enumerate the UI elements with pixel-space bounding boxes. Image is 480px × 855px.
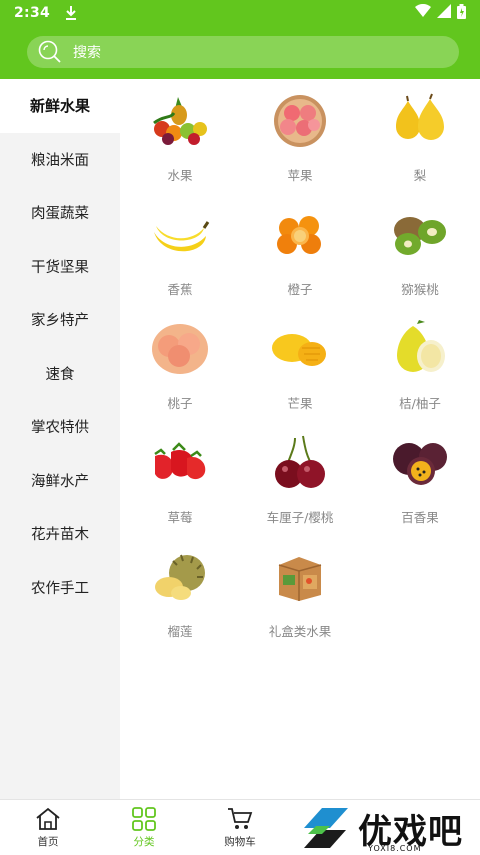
sidebar-item-dried-nuts[interactable]: 干货坚果 <box>0 240 120 294</box>
download-icon <box>64 5 78 21</box>
subcategory-label: 桔/柚子 <box>399 396 441 411</box>
subcategory-cherry[interactable]: 车厘子/樱桃 <box>240 433 360 547</box>
subcategory-label: 梨 <box>413 168 427 183</box>
mango-icon <box>268 319 332 379</box>
nav-label: 分类 <box>133 836 155 848</box>
subcategory-label: 水果 <box>167 168 193 183</box>
subcategory-label: 橙子 <box>287 282 313 297</box>
subcategory-label: 苹果 <box>287 168 313 183</box>
subcategory-label: 草莓 <box>167 510 193 525</box>
subcategory-label: 车厘子/樱桃 <box>266 510 334 525</box>
subcategory-label: 礼盒类水果 <box>268 624 332 639</box>
sidebar-item-grain-oil[interactable]: 粮油米面 <box>0 133 120 187</box>
sidebar-item-hometown-specialty[interactable]: 家乡特产 <box>0 293 120 347</box>
peach-icon <box>148 319 212 379</box>
subcategory-orange[interactable]: 橙子 <box>240 205 360 319</box>
home-icon <box>34 806 62 832</box>
apple-icon <box>268 91 332 151</box>
search-input[interactable]: 搜索 <box>73 42 101 62</box>
sidebar-item-fresh-fruit[interactable]: 新鲜水果 <box>0 79 120 133</box>
search-bar[interactable]: 搜索 <box>27 36 459 68</box>
sidebar-item-flowers-seedlings[interactable]: 花卉苗木 <box>0 507 120 561</box>
subcategory-gift-box[interactable]: 礼盒类水果 <box>240 547 360 661</box>
fruit-basket-icon <box>148 91 212 151</box>
category-content: 水果 苹果 梨 香蕉 橙子 猕猴桃 桃子 芒果 桔/柚子 草莓 车厘子/樱桃 百… <box>120 79 480 799</box>
battery-icon <box>457 3 466 23</box>
status-time: 2:34 <box>14 5 51 21</box>
category-icon <box>130 806 158 832</box>
banana-icon <box>148 205 212 265</box>
cherry-icon <box>268 433 332 493</box>
pomelo-icon <box>388 319 452 379</box>
subcategory-pear[interactable]: 梨 <box>360 91 480 205</box>
watermark-subtext: YOXI8.COM <box>368 844 422 853</box>
kiwi-icon <box>388 205 452 265</box>
nav-home[interactable]: 首页 <box>0 800 96 855</box>
watermark-mark-icon <box>300 804 352 854</box>
subcategory-mango[interactable]: 芒果 <box>240 319 360 433</box>
orange-icon <box>268 205 332 265</box>
subcategory-passion-fruit[interactable]: 百香果 <box>360 433 480 547</box>
subcategory-banana[interactable]: 香蕉 <box>120 205 240 319</box>
nav-category[interactable]: 分类 <box>96 800 192 855</box>
watermark-logo: 优戏吧 YOXI8.COM <box>300 802 480 855</box>
category-sidebar: 新鲜水果 粮油米面 肉蛋蔬菜 干货坚果 家乡特产 速食 掌农特供 海鲜水产 花卉… <box>0 79 120 799</box>
sidebar-item-special-supply[interactable]: 掌农特供 <box>0 400 120 454</box>
subcategory-peach[interactable]: 桃子 <box>120 319 240 433</box>
subcategory-label: 芒果 <box>287 396 313 411</box>
nav-label: 首页 <box>37 836 59 848</box>
subcategory-fruit[interactable]: 水果 <box>120 91 240 205</box>
nav-label: 购物车 <box>224 836 256 848</box>
sidebar-item-seafood[interactable]: 海鲜水产 <box>0 454 120 508</box>
subcategory-pomelo[interactable]: 桔/柚子 <box>360 319 480 433</box>
pear-icon <box>388 91 452 151</box>
durian-icon <box>148 547 212 607</box>
status-bar: 2:34 <box>0 0 480 26</box>
sidebar-item-handicraft[interactable]: 农作手工 <box>0 561 120 615</box>
signal-icon <box>437 4 451 22</box>
subcategory-label: 香蕉 <box>167 282 193 297</box>
subcategory-label: 榴莲 <box>167 624 193 639</box>
strawberry-icon <box>148 433 212 493</box>
subcategory-label: 百香果 <box>401 510 439 525</box>
cart-icon <box>226 806 254 832</box>
subcategory-label: 猕猴桃 <box>401 282 439 297</box>
sidebar-item-meat-eggs-veg[interactable]: 肉蛋蔬菜 <box>0 186 120 240</box>
passion-fruit-icon <box>388 433 452 493</box>
subcategory-durian[interactable]: 榴莲 <box>120 547 240 661</box>
wifi-icon <box>415 3 431 22</box>
app-header: 2:34 搜索 <box>0 0 480 79</box>
gift-box-icon <box>268 547 332 607</box>
subcategory-strawberry[interactable]: 草莓 <box>120 433 240 547</box>
nav-cart[interactable]: 购物车 <box>192 800 288 855</box>
subcategory-label: 桃子 <box>167 396 193 411</box>
subcategory-apple[interactable]: 苹果 <box>240 91 360 205</box>
sidebar-item-fast-food[interactable]: 速食 <box>0 347 120 401</box>
subcategory-kiwi[interactable]: 猕猴桃 <box>360 205 480 319</box>
search-icon <box>37 39 63 65</box>
subcategory-grid: 水果 苹果 梨 香蕉 橙子 猕猴桃 桃子 芒果 桔/柚子 草莓 车厘子/樱桃 百… <box>120 79 480 661</box>
